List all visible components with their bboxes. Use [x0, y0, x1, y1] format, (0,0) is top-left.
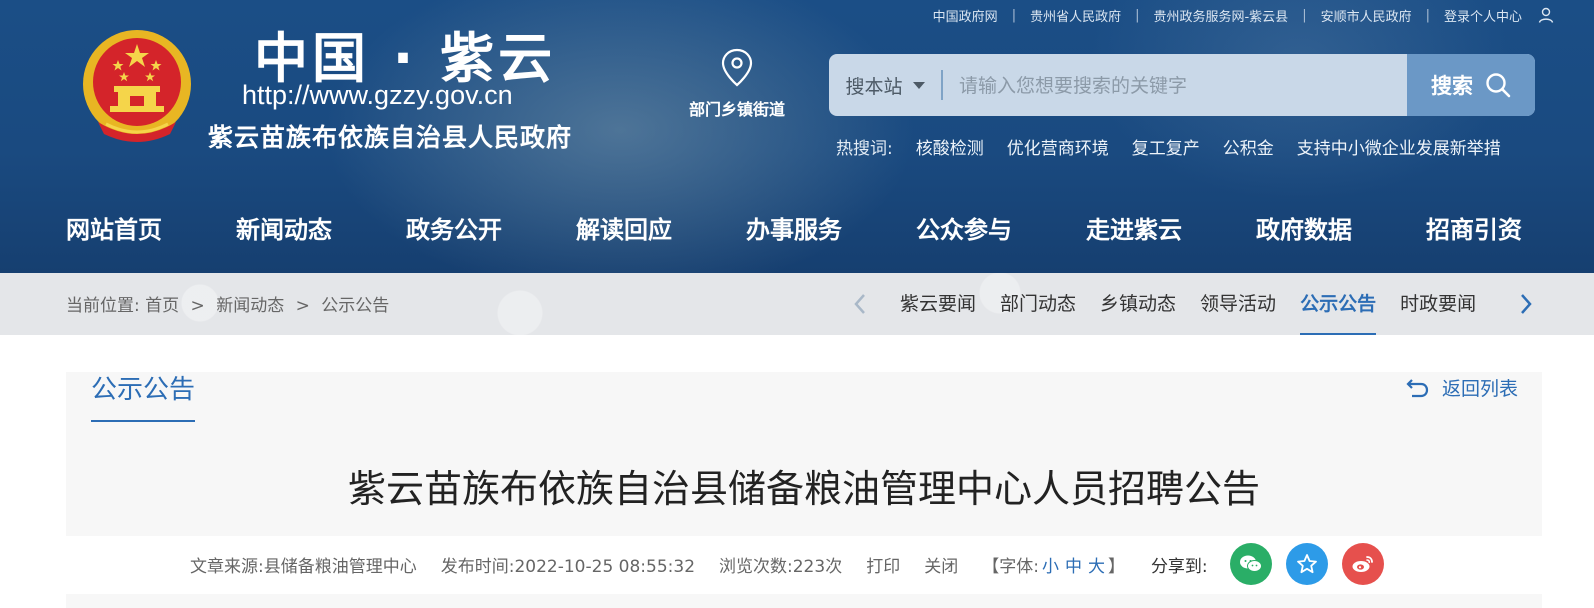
nav-item-home[interactable]: 网站首页 — [66, 212, 162, 248]
sub-nav-item[interactable]: 紫云要闻 — [900, 273, 976, 335]
section-tab[interactable]: 公示公告 — [91, 372, 196, 422]
separator: | — [1425, 7, 1430, 23]
top-link-guizhou[interactable]: 贵州省人民政府 — [1030, 6, 1121, 25]
top-link-gov[interactable]: 中国政府网 — [933, 6, 998, 25]
breadcrumb-home[interactable]: 首页 — [145, 296, 179, 316]
print-link[interactable]: 打印 — [866, 552, 900, 577]
site-org-name: 紫云苗族布依族自治县人民政府 — [208, 123, 573, 152]
font-medium-button[interactable]: 中 — [1065, 557, 1082, 577]
nav-item-about[interactable]: 走进紫云 — [1086, 212, 1182, 248]
chevron-down-icon — [912, 81, 925, 89]
hot-words-label: 热搜词: — [836, 139, 893, 159]
top-link-anshun[interactable]: 安顺市人民政府 — [1321, 6, 1412, 25]
close-link[interactable]: 关闭 — [924, 552, 958, 577]
font-size-close: 】 — [1107, 556, 1125, 577]
breadcrumb-separator: > — [190, 296, 205, 316]
article-meta: 文章来源:县储备粮油管理中心 发布时间:2022-10-25 08:55:32 … — [190, 543, 1398, 585]
hot-word-link[interactable]: 核酸检测 — [916, 134, 984, 159]
top-link-service[interactable]: 贵州政务服务网-紫云县 — [1153, 6, 1288, 25]
hot-words: 热搜词: 核酸检测 优化营商环境 复工复产 公积金 支持中小微企业发展新举措 — [836, 134, 1501, 159]
chevron-left-icon[interactable] — [850, 289, 870, 319]
site-url: http://www.gzzy.gov.cn — [242, 80, 513, 110]
sub-nav-item[interactable]: 领导活动 — [1200, 273, 1276, 335]
nav-item-participation[interactable]: 公众参与 — [916, 212, 1012, 248]
site-header: 中国政府网 | 贵州省人民政府 | 贵州政务服务网-紫云县 | 安顺市人民政府 … — [0, 0, 1594, 273]
font-large-button[interactable]: 大 — [1088, 557, 1105, 577]
breadcrumb: 当前位置: 首页 > 新闻动态 > 公示公告 — [66, 291, 389, 316]
return-icon — [1406, 378, 1429, 397]
separator: | — [1011, 7, 1017, 23]
search-button[interactable]: 搜索 — [1407, 54, 1535, 116]
search-input[interactable] — [957, 54, 1401, 116]
wechat-icon — [1239, 555, 1262, 572]
nav-item-news[interactable]: 新闻动态 — [236, 212, 332, 248]
back-to-list-label: 返回列表 — [1441, 378, 1518, 400]
nav-item-services[interactable]: 办事服务 — [746, 212, 842, 248]
sub-bar: 当前位置: 首页 > 新闻动态 > 公示公告 紫云要闻 部门动态 乡镇动态 领导… — [0, 273, 1594, 335]
hot-word-link[interactable]: 复工复产 — [1132, 134, 1200, 159]
font-size-control: 【字体: 小中大】 — [982, 552, 1125, 577]
main-nav: 网站首页 新闻动态 政务公开 解读回应 办事服务 公众参与 走进紫云 政府数据 … — [66, 212, 1594, 248]
sub-nav: 紫云要闻 部门动态 乡镇动态 领导活动 公示公告 时政要闻 — [850, 273, 1536, 335]
separator: | — [1302, 7, 1307, 23]
share-weibo-button[interactable] — [1341, 543, 1384, 585]
hot-word-link[interactable]: 优化营商环境 — [1007, 134, 1109, 159]
national-emblem-icon — [83, 30, 191, 142]
star-icon — [1296, 554, 1317, 574]
back-to-list-link[interactable]: 返回列表 — [1406, 374, 1518, 401]
article-views: 浏览次数:223次 — [719, 556, 843, 577]
share-wechat-button[interactable] — [1229, 543, 1272, 585]
chevron-right-icon[interactable] — [1516, 289, 1536, 319]
dept-township-link[interactable]: 部门乡镇街道 — [682, 48, 792, 120]
breadcrumb-prefix: 当前位置: — [66, 296, 140, 316]
breadcrumb-news[interactable]: 新闻动态 — [216, 296, 284, 316]
nav-item-open-gov[interactable]: 政务公开 — [406, 212, 502, 248]
article-title: 紫云苗族布依族自治县储备粮油管理中心人员招聘公告 — [347, 467, 1260, 511]
content-strip — [66, 594, 1542, 608]
font-size-label: 【字体: — [982, 556, 1039, 577]
search-scope-select[interactable]: 搜本站 — [829, 54, 941, 116]
hot-word-link[interactable]: 支持中小微企业发展新举措 — [1297, 134, 1501, 159]
search-box: 搜本站 搜索 — [829, 54, 1535, 116]
weibo-icon — [1352, 556, 1373, 572]
share-label: 分享到: — [1150, 556, 1208, 577]
sub-nav-item-active[interactable]: 公示公告 — [1300, 273, 1377, 335]
font-small-button[interactable]: 小 — [1042, 557, 1059, 577]
sub-nav-item[interactable]: 时政要闻 — [1400, 273, 1476, 335]
sub-nav-item[interactable]: 乡镇动态 — [1100, 273, 1176, 335]
nav-item-investment[interactable]: 招商引资 — [1426, 212, 1522, 248]
nav-item-interpretation[interactable]: 解读回应 — [576, 212, 672, 248]
login-link[interactable]: 登录个人中心 — [1444, 6, 1522, 25]
divider — [941, 70, 943, 100]
sub-nav-item[interactable]: 部门动态 — [1000, 273, 1076, 335]
top-links: 中国政府网 | 贵州省人民政府 | 贵州政务服务网-紫云县 | 安顺市人民政府 … — [933, 6, 1554, 25]
breadcrumb-separator: > — [295, 296, 310, 316]
article-publish-time: 发布时间:2022-10-25 08:55:32 — [440, 556, 696, 577]
search-button-label: 搜索 — [1431, 74, 1473, 98]
share-qzone-button[interactable] — [1285, 543, 1328, 585]
nav-item-data[interactable]: 政府数据 — [1256, 212, 1352, 248]
article-source: 文章来源:县储备粮油管理中心 — [190, 556, 417, 577]
hot-word-link[interactable]: 公积金 — [1223, 134, 1274, 159]
user-icon[interactable] — [1538, 7, 1554, 23]
dept-township-label: 部门乡镇街道 — [688, 100, 785, 119]
location-pin-icon — [721, 48, 753, 87]
search-icon — [1486, 73, 1511, 98]
breadcrumb-notice[interactable]: 公示公告 — [321, 296, 389, 316]
separator: | — [1135, 7, 1140, 23]
search-scope-label: 搜本站 — [845, 75, 903, 98]
